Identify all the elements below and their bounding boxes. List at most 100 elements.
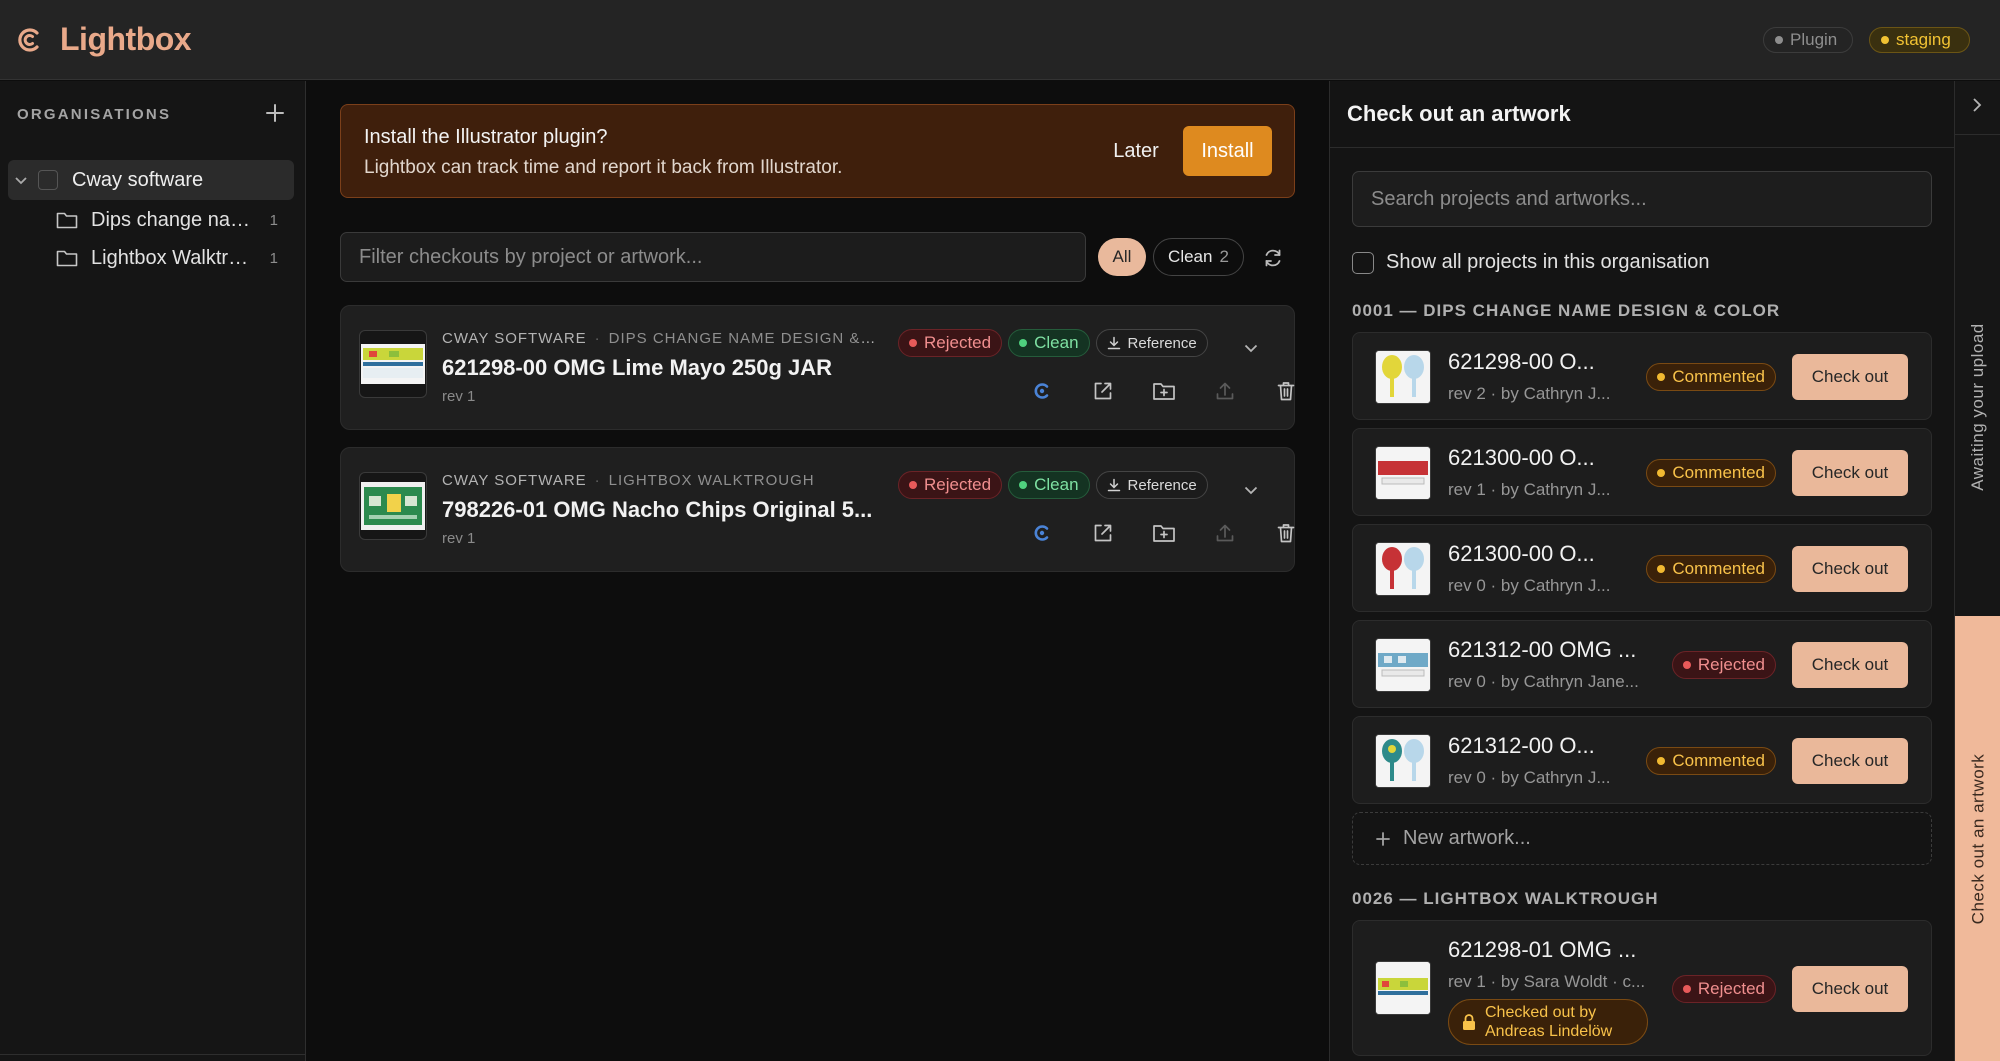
artwork-thumbnail [359,472,427,540]
artwork-title: 621300-00 O... [1448,445,1595,470]
project-group-heading: 0001 — DIPS CHANGE NAME DESIGN & COLOR [1352,301,1781,320]
artwork-subtitle: rev 0 · by Cathryn J... [1448,768,1611,787]
artwork-row[interactable]: 621298-00 O... rev 2 · by Cathryn J... C… [1352,332,1932,420]
panel-divider [1330,147,1954,148]
check-out-button[interactable]: Check out [1792,966,1908,1012]
commented-status-badge: Commented [1646,747,1776,775]
delete-icon[interactable] [1255,376,1316,406]
right-rail: Awaiting your upload Check out an artwor… [1954,81,2000,1061]
check-out-button[interactable]: Check out [1792,450,1908,496]
filter-all-chip[interactable]: All [1098,238,1146,276]
status-label: Commented [1672,463,1765,482]
filter-checkouts-input[interactable]: Filter checkouts by project or artwork..… [340,232,1086,282]
checked-out-by-text: Checked out by Andreas Lindelöw [1485,1003,1612,1041]
artwork-thumbnail [1375,638,1431,692]
project-label: LIGHTBOX WALKTROUGH [608,472,815,489]
add-organisation-button[interactable] [263,101,287,125]
checkout-actions [1011,376,1316,406]
lock-icon [1463,1014,1475,1030]
artwork-row[interactable]: 621312-00 OMG ... rev 0 · by Cathryn Jan… [1352,620,1932,708]
check-out-button[interactable]: Check out [1792,738,1908,784]
org-checkbox[interactable] [38,170,58,190]
lightbox-logo-icon [16,27,42,53]
checkout-revision: rev 1 [442,388,476,405]
artwork-thumbnail [1375,734,1431,788]
rejected-status-badge: Rejected [898,471,1003,499]
install-button[interactable]: Install [1183,126,1272,176]
checkout-card[interactable]: CWAY SOFTWARE · LIGHTBOX WALKTROUGH 798226… [340,447,1295,572]
artwork-row[interactable]: 621312-00 O... rev 0 · by Cathryn J... C… [1352,716,1932,804]
sidebar-item-project[interactable]: Lightbox Walktrough 1 [56,241,278,275]
check-out-button[interactable]: Check out [1792,546,1908,592]
rejected-status-badge: Rejected [1671,651,1776,679]
refresh-button[interactable] [1262,247,1284,269]
reference-badge[interactable]: Reference [1095,329,1208,357]
open-in-lightbox-icon[interactable] [1011,518,1072,548]
checkout-artwork-panel: Check out an artwork Search projects and… [1329,81,1954,1061]
upload-icon[interactable] [1194,518,1255,548]
search-artworks-input[interactable]: Search projects and artworks... [1352,171,1932,227]
download-icon [1107,478,1120,492]
new-artwork-button[interactable]: New artwork... [1352,812,1932,865]
artwork-row[interactable]: 621300-00 O... rev 1 · by Cathryn J... C… [1352,428,1932,516]
rejected-status-badge: Rejected [1671,975,1776,1003]
filter-clean-chip[interactable]: Clean 2 [1153,238,1244,276]
artwork-row[interactable]: 621300-00 O... rev 0 · by Cathryn J... C… [1352,524,1932,612]
show-all-checkbox[interactable] [1352,251,1374,274]
show-all-projects-toggle[interactable]: Show all projects in this organisation [1352,251,1710,274]
open-external-icon[interactable] [1072,518,1133,548]
checkout-title[interactable]: 621298-00 OMG Lime Mayo 250g JAR [442,355,882,381]
chevron-down-icon[interactable] [13,172,29,188]
check-out-button[interactable]: Check out [1792,642,1908,688]
rejected-status-badge: Rejected [898,329,1003,357]
status-label: Rejected [1697,979,1765,998]
upload-icon[interactable] [1194,376,1255,406]
checkout-badges: Rejected Clean Reference [898,471,1208,499]
clean-label: Clean [1034,333,1079,352]
artwork-thumbnail [1375,542,1431,596]
commented-status-badge: Commented [1646,363,1776,391]
refresh-icon [1265,249,1281,267]
delete-icon[interactable] [1255,518,1316,548]
app-logo[interactable]: Lightbox [16,21,192,58]
rail-divider [1955,134,2000,135]
checkout-breadcrumb: CWAY SOFTWARE · LIGHTBOX WALKTROUGH [442,472,815,489]
rejected-label: Rejected [924,475,992,494]
awaiting-upload-tab[interactable]: Awaiting your upload [1959,285,1997,529]
project-name: Lightbox Walktrough [91,246,251,269]
checked-out-by-badge: Checked out by Andreas Lindelöw [1448,999,1648,1045]
reveal-in-folder-icon[interactable] [1133,376,1194,406]
org-name: Cway software [72,168,204,191]
awaiting-upload-label: Awaiting your upload [1968,323,1988,491]
project-group-heading: 0026 — LIGHTBOX WALKTROUGH [1352,889,1659,908]
reveal-in-folder-icon[interactable] [1133,518,1194,548]
plugin-install-banner: Install the Illustrator plugin? Lightbox… [340,104,1295,198]
rejected-label: Rejected [924,333,992,352]
check-out-button[interactable]: Check out [1792,354,1908,400]
artwork-title: 621312-00 OMG ... [1448,637,1637,662]
expand-chevron-icon[interactable] [1242,339,1260,357]
open-external-icon[interactable] [1072,376,1133,406]
open-in-lightbox-icon[interactable] [1011,376,1072,406]
artwork-title: 621298-01 OMG ... [1448,937,1637,962]
checkout-badges: Rejected Clean Reference [898,329,1208,357]
checked-out-by-line2: Andreas Lindelöw [1485,1023,1613,1040]
later-button[interactable]: Later [1099,127,1173,175]
expand-chevron-icon[interactable] [1242,481,1260,499]
check-out-artwork-tab[interactable]: Check out an artwork [1955,616,2000,1061]
artwork-row[interactable]: 621298-01 OMG ... rev 1 · by Sara Woldt … [1352,920,1932,1056]
checkout-title[interactable]: 798226-01 OMG Nacho Chips Original 5... [442,497,882,523]
plus-icon [266,104,284,122]
artwork-title: 621300-00 O... [1448,541,1595,566]
clean-label: Clean [1168,247,1213,266]
chevron-right-icon[interactable] [1967,95,1987,115]
sidebar-item-cway-software[interactable]: Cway software [8,160,294,200]
sidebar-item-project[interactable]: Dips change name design & color 1 [56,203,278,237]
clean-state-badge: Clean [1008,329,1090,357]
sidebar: ORGANISATIONS Cway software Dips change … [0,81,306,1061]
checkout-card[interactable]: CWAY SOFTWARE · DIPS CHANGE NAME DESIGN & … [340,305,1295,430]
environment-badge: staging [1869,27,1970,53]
reference-badge[interactable]: Reference [1095,471,1208,499]
status-label: Commented [1672,751,1765,770]
artwork-subtitle: rev 0 · by Cathryn Jane... [1448,672,1639,691]
